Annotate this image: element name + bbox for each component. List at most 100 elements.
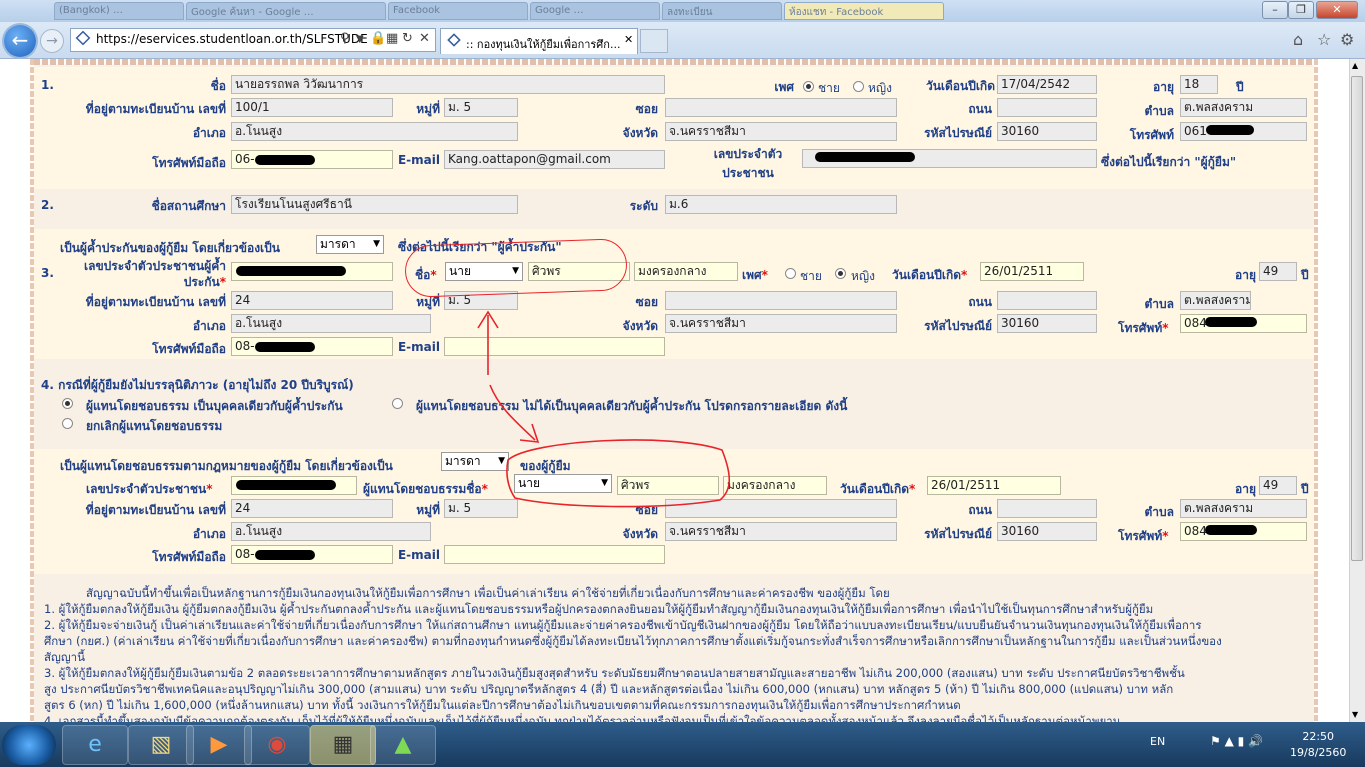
guarantor-relation-value: มารดา — [320, 237, 356, 251]
guarantor-female-radio[interactable] — [835, 268, 846, 279]
ie-icon[interactable]: e — [62, 725, 128, 765]
redaction-mark — [815, 152, 915, 162]
guarantor-age-field[interactable]: 49 — [1259, 262, 1297, 281]
guarantor-male-radio[interactable] — [785, 268, 796, 279]
amphoe-field[interactable]: อ.โนนสูง — [231, 122, 518, 141]
redaction-mark — [236, 480, 336, 490]
legal-rep-email-field[interactable] — [444, 545, 665, 564]
soi-field[interactable] — [665, 98, 897, 117]
refresh-icon[interactable]: ↻ — [402, 31, 413, 46]
option-different-radio[interactable] — [392, 398, 403, 409]
language-indicator[interactable]: EN — [1150, 735, 1165, 748]
gear-icon[interactable]: ⚙ — [1340, 30, 1354, 49]
guarantor-amphoe-field[interactable]: อ.โนนสูง — [231, 314, 431, 333]
legal-rep-zipcode-field[interactable]: 30160 — [997, 522, 1097, 541]
address-text[interactable]: https://eservices.studentloan.or.th/SLFS… — [96, 32, 368, 46]
road-field[interactable] — [997, 98, 1097, 117]
age-field[interactable]: 18 — [1180, 75, 1218, 94]
moo-field[interactable]: ม. 5 — [444, 98, 518, 117]
chrome-icon[interactable]: ◉ — [244, 725, 310, 765]
annotation-arrows — [477, 310, 731, 508]
clock-time: 22:50 — [1302, 730, 1335, 743]
legal-rep-tambon-field[interactable]: ต.พลสงคราม — [1180, 499, 1307, 518]
email-field[interactable]: Kang.oattapon@gmail.com — [444, 150, 665, 169]
guarantor-relation-select[interactable]: มารดา ▼ — [316, 235, 384, 254]
background-tab[interactable]: Google … — [530, 2, 660, 20]
guarantor-idcard-label-line1: เลขประจำตัวประชาชนผู้ค้ำ — [83, 259, 226, 273]
zipcode-field[interactable]: 30160 — [997, 122, 1097, 141]
guarantor-dob-field[interactable]: 26/01/2511 — [980, 262, 1084, 281]
scroll-down-arrow-icon[interactable]: ▼ — [1352, 710, 1358, 719]
borrower-name-field[interactable]: นายอรรถพล วิวัฒนาการ — [231, 75, 665, 94]
calendar-icon[interactable]: ▦ — [310, 725, 376, 765]
background-tab[interactable]: ลงทะเบียน — [662, 2, 782, 20]
bluestacks-icon[interactable]: ▲ — [370, 725, 436, 765]
moo-label: หมู่ที่ — [416, 102, 440, 116]
back-button[interactable]: ← — [4, 25, 36, 57]
redaction-mark — [255, 550, 315, 560]
lock-icon: 🔒 — [370, 31, 387, 46]
zipcode-label: รหัสไปรษณีย์ — [924, 126, 992, 140]
dob-field[interactable]: 17/04/2542 — [997, 75, 1097, 94]
tambon-field[interactable]: ต.พลสงคราม — [1180, 98, 1307, 117]
legal-rep-road-field[interactable] — [997, 499, 1097, 518]
mobile-label: โทรศัพท์มือถือ — [152, 156, 226, 170]
guarantor-road-field[interactable] — [997, 291, 1097, 310]
scrollbar-thumb[interactable] — [1351, 76, 1363, 561]
background-tab[interactable]: ห้องแชท - Facebook — [784, 2, 944, 20]
legal-rep-amphoe-label: อำเภอ — [192, 527, 226, 541]
active-tab-title[interactable]: :: กองทุนเงินให้กู้ยืมเพื่อการศึก... — [466, 35, 620, 53]
certificate-icon[interactable]: ▦ — [386, 31, 398, 46]
guarantor-address-field[interactable]: 24 — [231, 291, 393, 310]
female-radio[interactable] — [853, 81, 864, 92]
background-tab[interactable]: Google ค้นหา - Google … — [186, 2, 386, 20]
guarantor-zipcode-field[interactable]: 30160 — [997, 314, 1097, 333]
background-tab[interactable]: Facebook — [388, 2, 528, 20]
legal-rep-dob-field[interactable]: 26/01/2511 — [927, 476, 1061, 495]
school-field[interactable]: โรงเรียนโนนสูงศรีธานี — [231, 195, 518, 214]
legal-rep-idcard-label: เลขประจำตัวประชาชน* — [86, 482, 213, 496]
new-tab-button[interactable] — [640, 29, 668, 53]
maximize-button[interactable]: ❐ — [1288, 1, 1314, 19]
minimize-button[interactable]: – — [1262, 1, 1288, 19]
folder-icon[interactable]: ▧ — [128, 725, 194, 765]
legal-rep-amphoe-field[interactable]: อ.โนนสูง — [231, 522, 431, 541]
search-icon[interactable]: ⚲ — [340, 31, 350, 46]
guarantor-gender-label: เพศ* — [742, 268, 768, 282]
page-border-right — [1314, 59, 1318, 722]
option-same-as-guarantor-radio[interactable] — [62, 398, 73, 409]
tab-close-icon[interactable]: ✕ — [624, 33, 633, 46]
guarantor-tambon-field[interactable]: ต.พลสงคราม — [1180, 291, 1251, 310]
legal-rep-address-label: ที่อยู่ตามทะเบียนบ้าน เลขที่ — [85, 503, 226, 517]
dropdown-icon[interactable]: ▼ — [356, 34, 364, 45]
level-field[interactable]: ม.6 — [665, 195, 897, 214]
media-player-icon[interactable]: ▶ — [186, 725, 252, 765]
legal-rep-address-field[interactable]: 24 — [231, 499, 393, 518]
close-icon[interactable]: ✕ — [419, 31, 430, 46]
borrower-note: ซึ่งต่อไปนี้เรียกว่า "ผู้กู้ยืม" — [1101, 155, 1237, 169]
background-tab[interactable]: (Bangkok) … — [54, 2, 184, 20]
legal-rep-age-field[interactable]: 49 — [1259, 476, 1297, 495]
home-icon[interactable]: ⌂ — [1293, 30, 1303, 49]
scroll-up-arrow-icon[interactable]: ▲ — [1352, 61, 1358, 70]
clock[interactable]: 22:50 19/8/2560 — [1290, 729, 1346, 761]
legal-rep-mobile-label: โทรศัพท์มือถือ — [152, 550, 226, 564]
level-label: ระดับ — [629, 199, 658, 213]
tray-icons[interactable]: ⚑ ▲ ▮ 🔊 — [1210, 734, 1263, 748]
legal-rep-province-field[interactable]: จ.นครราชสีมา — [665, 522, 897, 541]
legal-rep-phone-label: โทรศัพท์* — [1118, 529, 1169, 543]
tambon-label: ตำบล — [1144, 104, 1174, 118]
forward-button[interactable]: → — [40, 29, 64, 53]
idcard-label: เลขประจำตัว ประชาชน — [700, 145, 796, 183]
option-cancel-radio[interactable] — [62, 418, 73, 429]
guarantor-male-label: ชาย — [800, 269, 822, 283]
guarantor-phone-label-text: โทรศัพท์ — [1118, 321, 1163, 335]
windows-start-icon[interactable] — [2, 725, 56, 765]
close-window-button[interactable]: ✕ — [1316, 1, 1358, 19]
star-icon[interactable]: ☆ — [1317, 30, 1331, 49]
legal-rep-dob-label-text: วันเดือนปีเกิด — [840, 482, 910, 496]
province-field[interactable]: จ.นครราชสีมา — [665, 122, 897, 141]
male-radio[interactable] — [803, 81, 814, 92]
guarantor-lastname-field[interactable]: มงครองกลาง — [634, 262, 738, 281]
address-field[interactable]: 100/1 — [231, 98, 393, 117]
